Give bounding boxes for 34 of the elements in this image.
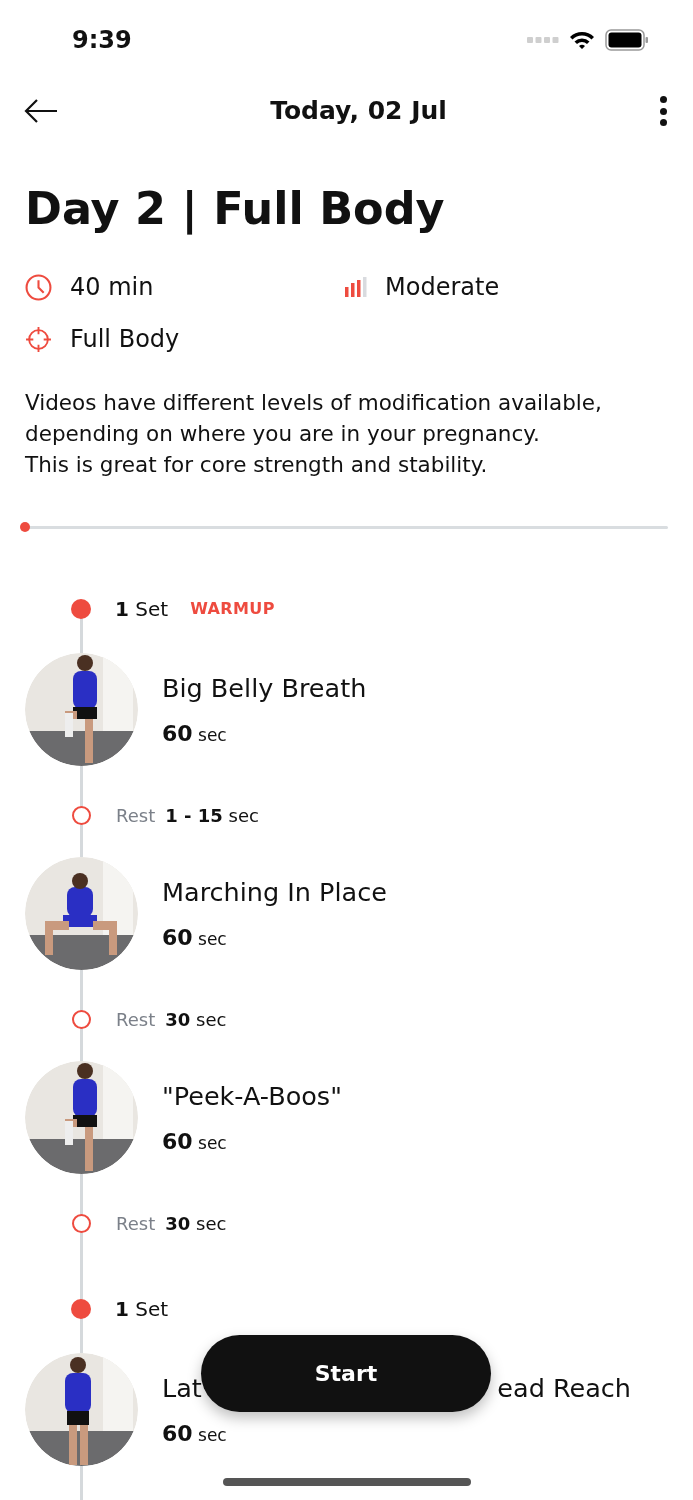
target-icon xyxy=(25,325,52,353)
exercise-duration: 60 sec xyxy=(162,1420,228,1449)
rest-duration: 1 - 15 sec xyxy=(165,804,259,828)
exercise-name: Big Belly Breath xyxy=(162,671,368,705)
set-count: 1 Set xyxy=(115,1296,169,1323)
start-button[interactable]: Start xyxy=(201,1335,491,1412)
warmup-tag: WARMUP xyxy=(190,597,275,621)
rest-label: Rest xyxy=(116,1212,156,1236)
exercise-name: ead Reach xyxy=(497,1371,631,1405)
rest-label: Rest xyxy=(116,1008,156,1032)
battery-icon xyxy=(605,29,649,51)
description-line: This is great for core strength and stability. xyxy=(25,451,489,479)
difficulty-text: Moderate xyxy=(385,272,500,303)
cellular-signal-icon xyxy=(527,37,559,43)
focus-text: Full Body xyxy=(70,324,180,355)
exercise-duration: 60 sec xyxy=(162,1128,228,1157)
exercise-name: "Peek-A-Boos" xyxy=(162,1079,343,1113)
rest-duration: 30 sec xyxy=(165,1212,227,1236)
rest-label: Rest xyxy=(116,804,156,828)
difficulty-bars-icon xyxy=(345,277,367,297)
status-time: 9:39 xyxy=(72,25,132,56)
workout-title: Day 2 | Full Body xyxy=(25,182,446,237)
exercise-duration: 60 sec xyxy=(162,720,228,749)
description-line: depending on where you are in your pregnancy. xyxy=(25,420,541,448)
exercise-name: Lat xyxy=(162,1371,202,1405)
clock-icon xyxy=(25,273,52,301)
rest-duration: 30 sec xyxy=(165,1008,227,1032)
wifi-icon xyxy=(569,30,595,50)
exercise-duration: 60 sec xyxy=(162,924,228,953)
description-line: Videos have different levels of modification available, xyxy=(25,389,603,417)
set-count: 1 Set xyxy=(115,596,169,623)
duration-text: 40 min xyxy=(70,272,154,303)
nav-title: Today, 02 Jul xyxy=(270,95,447,128)
exercise-name: Marching In Place xyxy=(162,875,388,909)
